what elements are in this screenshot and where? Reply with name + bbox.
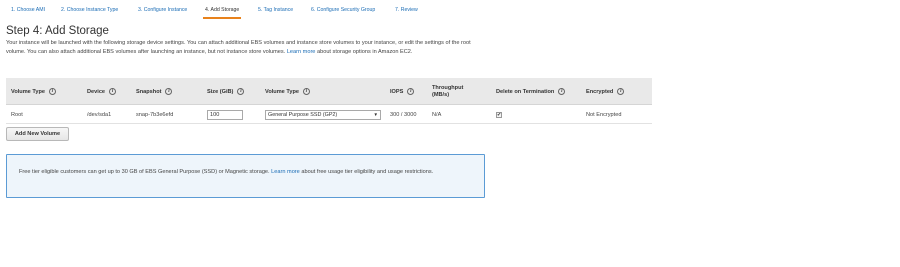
header-label: Volume Type — [265, 88, 299, 95]
cell-delete-on-termination: ✔ — [496, 105, 502, 124]
cell-snapshot: snap-7b3e6efd — [136, 111, 174, 118]
size-input[interactable]: 100 — [207, 109, 243, 120]
cell-iops: 300 / 3000 — [390, 111, 417, 118]
cell-size: 100 — [207, 105, 243, 124]
info-icon[interactable]: i — [302, 88, 310, 95]
info-icon[interactable]: i — [617, 88, 625, 95]
tab-label: 6. Configure Security Group — [311, 7, 376, 13]
header-label: IOPS — [390, 88, 404, 95]
table-header: Volume Type i Device i Snapshot i Size (GiB… — [6, 78, 652, 105]
header-label: Snapshot — [136, 88, 162, 95]
add-new-volume-button[interactable]: Add New Volume — [6, 127, 69, 141]
tab-choose-ami[interactable]: 1. Choose AMI — [11, 7, 45, 19]
tab-label: 1. Choose AMI — [11, 7, 46, 13]
free-tier-text: Free tier eligible customers can get up … — [19, 168, 479, 177]
storage-table: Volume Type i Device i Snapshot i Size (GiB… — [6, 78, 652, 124]
col-header-delete-on-termination: Delete on Termination i — [496, 78, 566, 105]
volume-type-selected-value: General Purpose SSD (GP2) — [268, 111, 338, 118]
learn-more-free-tier-link[interactable]: Learn more — [271, 169, 300, 175]
wizard-steps-nav: 1. Choose AMI 2. Choose Instance Type 3.… — [0, 0, 900, 19]
tab-configure-security-group[interactable]: 6. Configure Security Group — [311, 7, 375, 19]
tab-label: 2. Choose Instance Type — [61, 7, 119, 13]
cell-device: /dev/sda1 — [87, 111, 112, 118]
header-label: Device — [87, 88, 106, 95]
tab-review[interactable]: 7. Review — [395, 7, 418, 19]
active-tab-indicator — [203, 17, 242, 19]
header-label: Throughput (MB/s) — [432, 84, 464, 98]
caret-down-icon: ▼ — [373, 112, 378, 117]
col-header-size: Size (GiB) i — [207, 78, 245, 105]
free-tier-info-box: Free tier eligible customers can get up … — [6, 154, 485, 198]
header-label: Size (GiB) — [207, 88, 234, 95]
volume-type-select[interactable]: General Purpose SSD (GP2) ▼ — [265, 109, 381, 120]
header-label: Delete on Termination — [496, 88, 555, 95]
tab-label: 5. Tag Instance — [258, 7, 294, 13]
info-icon[interactable]: i — [48, 88, 56, 95]
cell-throughput: N/A — [432, 111, 442, 118]
cell-volume-type: Root — [11, 111, 23, 118]
col-header-iops: IOPS i — [390, 78, 415, 105]
info-icon[interactable]: i — [165, 88, 173, 95]
tab-configure-instance[interactable]: 3. Configure Instance — [138, 7, 187, 19]
description-suffix: about storage options in Amazon EC2. — [316, 48, 413, 55]
cell-encrypted: Not Encrypted — [586, 111, 622, 118]
page-title: Step 4: Add Storage — [6, 25, 109, 37]
col-header-volume-type: Volume Type i — [11, 78, 56, 105]
col-header-throughput: Throughput (MB/s) — [432, 78, 464, 105]
col-header-ebs-volume-type: Volume Type i — [265, 78, 310, 105]
col-header-encrypted: Encrypted i — [586, 78, 625, 105]
free-tier-message: Free tier eligible customers can get up … — [19, 169, 270, 175]
header-label: Volume Type — [11, 88, 45, 95]
page-description: Your instance will be launched with the … — [6, 39, 486, 56]
free-tier-suffix: about free usage tier eligibility and us… — [301, 169, 434, 175]
info-icon[interactable]: i — [237, 88, 245, 95]
info-icon[interactable]: i — [558, 88, 566, 95]
col-header-device: Device i — [87, 78, 117, 105]
learn-more-storage-link[interactable]: Learn more — [287, 49, 316, 55]
col-header-snapshot: Snapshot i — [136, 78, 173, 105]
tab-label: 4. Add Storage — [205, 7, 240, 13]
tab-label: 7. Review — [395, 7, 418, 13]
cell-ebs-volume-type: General Purpose SSD (GP2) ▼ — [265, 105, 381, 124]
info-icon[interactable]: i — [109, 88, 117, 95]
tab-label: 3. Configure Instance — [138, 7, 188, 13]
tab-add-storage[interactable]: 4. Add Storage — [203, 7, 242, 19]
tab-tag-instance[interactable]: 5. Tag Instance — [258, 7, 293, 19]
header-label: Encrypted — [586, 88, 614, 95]
info-icon[interactable]: i — [407, 88, 415, 95]
tab-choose-instance-type[interactable]: 2. Choose Instance Type — [61, 7, 118, 19]
delete-on-termination-checkbox[interactable]: ✔ — [496, 111, 502, 118]
table-row: Root /dev/sda1 snap-7b3e6efd 100 General… — [6, 105, 652, 124]
